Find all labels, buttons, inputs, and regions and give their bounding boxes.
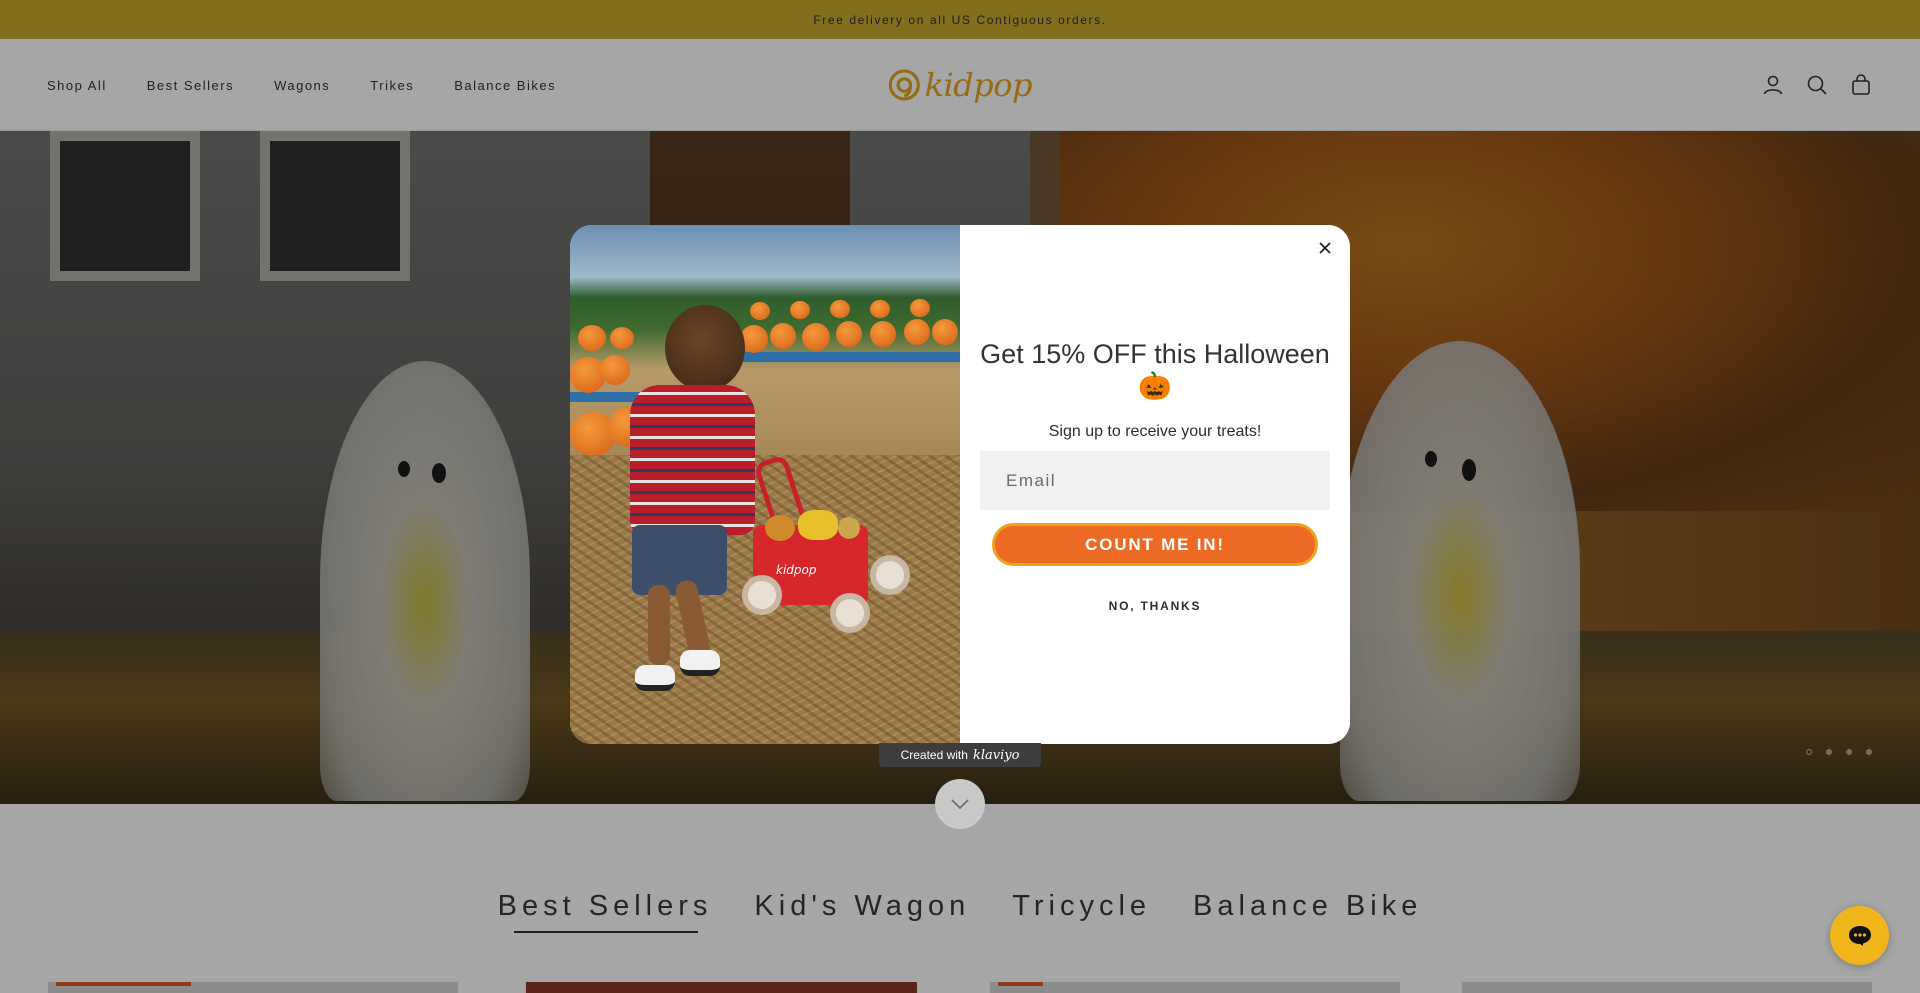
wagon-wheel xyxy=(830,593,870,633)
chevron-down-icon xyxy=(951,799,969,810)
no-thanks-button[interactable]: NO, THANKS xyxy=(980,599,1330,613)
wagon-wheel xyxy=(742,575,782,615)
page: Free delivery on all US Contiguous order… xyxy=(0,0,1920,993)
close-icon xyxy=(1319,242,1331,254)
popup-subtext: Sign up to receive your treats! xyxy=(1048,423,1262,440)
close-button[interactable] xyxy=(1314,237,1336,259)
email-input[interactable] xyxy=(980,451,1330,510)
popup-headline: Get 15% OFF this Halloween 🎃 xyxy=(980,339,1330,401)
klaviyo-prefix: Created with xyxy=(900,748,968,762)
popup-form: Get 15% OFF this Halloween 🎃 Sign up to … xyxy=(960,225,1350,744)
scroll-down-button[interactable] xyxy=(935,779,985,829)
wagon-brand-label: kidpop xyxy=(776,563,817,577)
wagon-wheel xyxy=(870,555,910,595)
signup-popup: kidpop Get 15% OFF this Halloween 🎃 Sign… xyxy=(570,225,1350,744)
chat-bubble-icon xyxy=(1848,925,1871,946)
popup-image: kidpop xyxy=(570,225,960,744)
pumpkin-rows xyxy=(570,297,960,456)
klaviyo-brand: klaviyo xyxy=(972,747,1020,763)
count-me-in-button[interactable]: COUNT ME IN! xyxy=(992,523,1318,566)
child-figure xyxy=(665,305,745,391)
klaviyo-badge[interactable]: Created with klaviyo xyxy=(879,743,1041,767)
chat-launcher-button[interactable] xyxy=(1830,906,1889,965)
